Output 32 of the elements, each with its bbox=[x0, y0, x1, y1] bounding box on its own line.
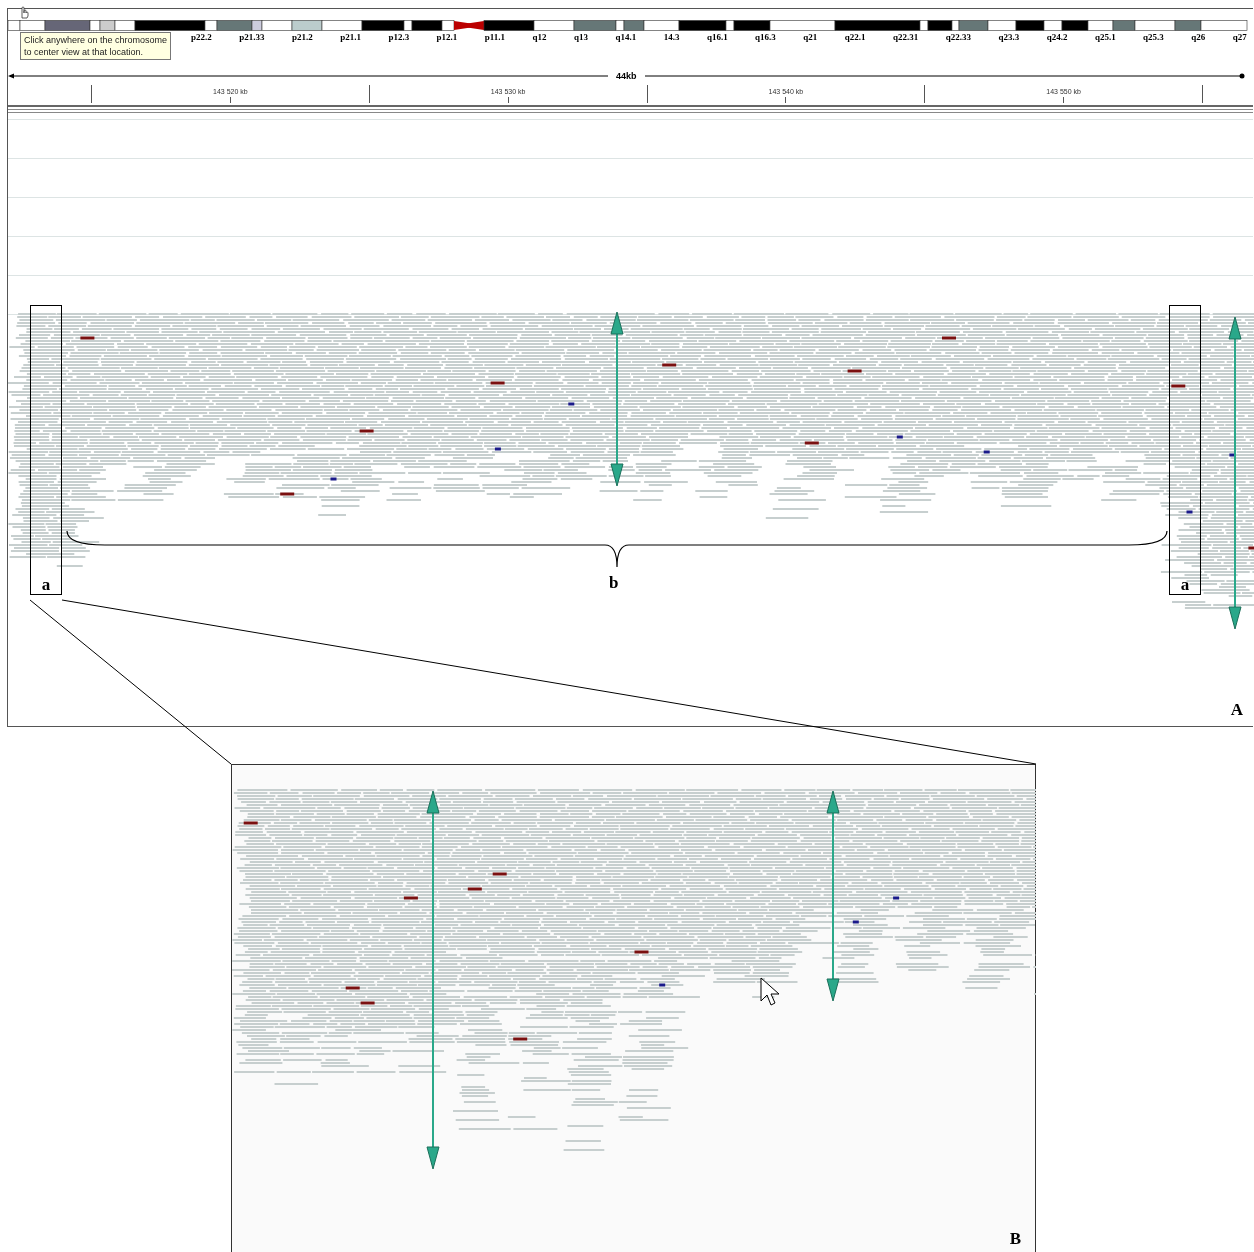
band-label: q27 bbox=[1232, 31, 1247, 43]
annotation-label: b bbox=[609, 574, 619, 592]
band-label: q26 bbox=[1191, 31, 1206, 43]
span-label: 44kb bbox=[616, 71, 637, 81]
panel-label: B bbox=[1009, 1229, 1021, 1249]
band-label: q16.1 bbox=[706, 31, 728, 43]
band-label: q23.3 bbox=[998, 31, 1020, 43]
mouse-pointer-icon bbox=[760, 977, 782, 1009]
band-label: q14.1 bbox=[615, 31, 637, 43]
band-label: q25.3 bbox=[1143, 31, 1164, 43]
panel-label: A bbox=[1230, 700, 1243, 720]
band-label: p22.2 bbox=[191, 31, 212, 43]
band-label: q16.3 bbox=[755, 31, 776, 43]
band-label: p21.2 bbox=[291, 31, 313, 43]
band-label: p12.1 bbox=[436, 31, 458, 43]
tooltip: Click anywhere on the chromosome to center view at that location. bbox=[20, 32, 172, 60]
band-label: q22.31 bbox=[893, 31, 919, 43]
band-label: p21.1 bbox=[340, 31, 361, 43]
chromosome-ideogram-drawing[interactable] bbox=[8, 20, 1248, 31]
band-label: q24.2 bbox=[1046, 31, 1068, 43]
band-label: p12.3 bbox=[388, 31, 410, 43]
band-label: 14.3 bbox=[663, 31, 680, 43]
band-label: p11.1 bbox=[484, 31, 506, 43]
band-label: q13 bbox=[574, 31, 588, 43]
annotation-label: a bbox=[41, 576, 51, 594]
annotation-label: a bbox=[1180, 576, 1190, 594]
band-label: p21.33 bbox=[239, 31, 265, 43]
band-label: q22.1 bbox=[844, 31, 866, 43]
band-label: q22.33 bbox=[945, 31, 971, 43]
band-label: q25.1 bbox=[1094, 31, 1116, 43]
band-label: q21 bbox=[803, 31, 818, 43]
band-label: q12 bbox=[532, 31, 547, 43]
